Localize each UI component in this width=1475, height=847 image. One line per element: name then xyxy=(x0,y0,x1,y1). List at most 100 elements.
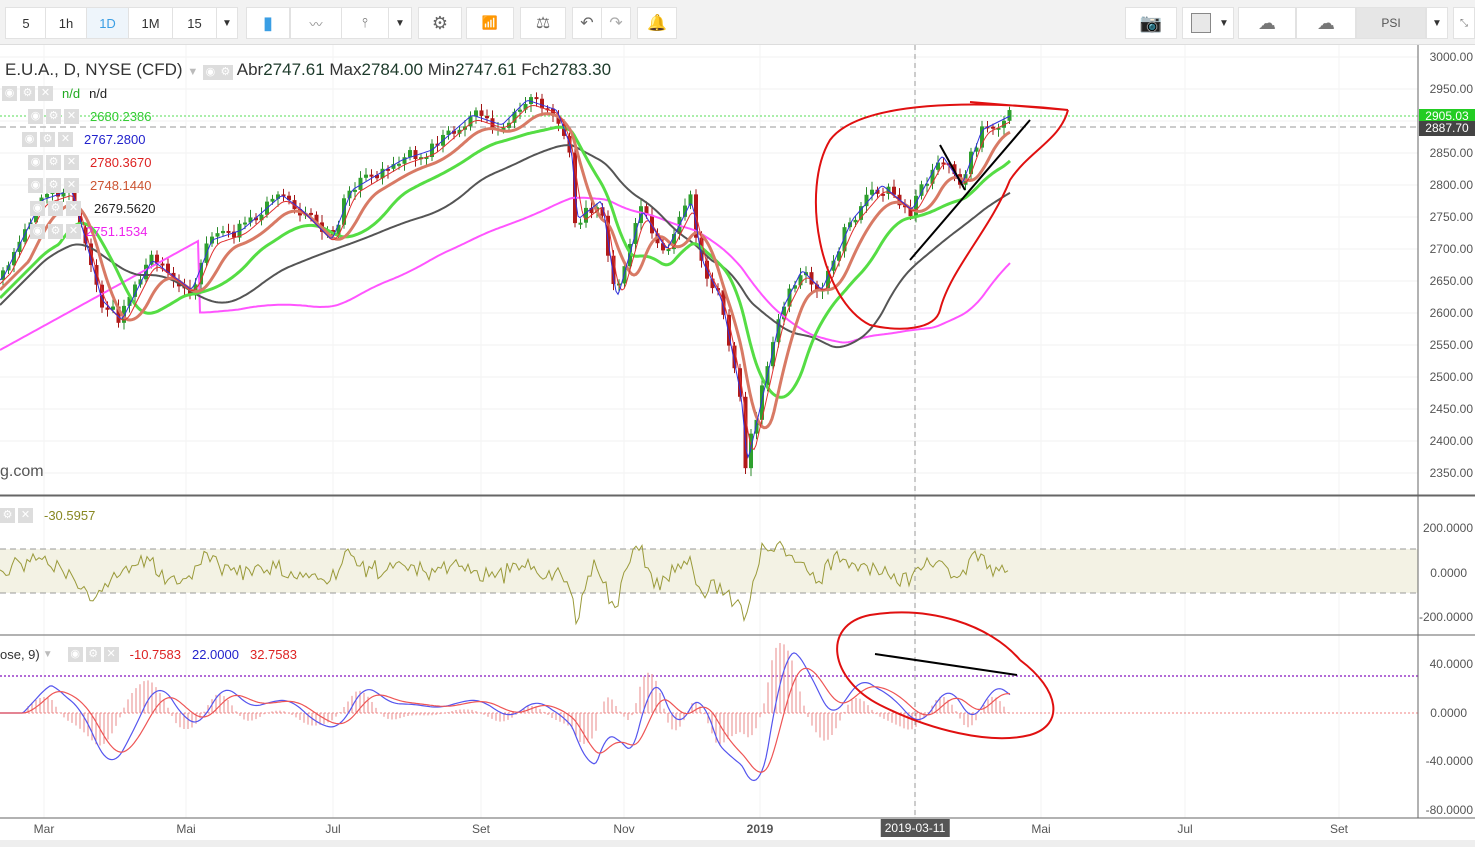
price-tick: 2550.00 xyxy=(1429,338,1473,352)
gear-icon[interactable]: ⚙ xyxy=(20,86,35,101)
candle-body xyxy=(584,207,588,223)
cci-legend: ⚙ ✕ -30.5957 xyxy=(0,508,95,523)
gear-icon[interactable]: ⚙ xyxy=(46,155,61,170)
candle-body xyxy=(842,227,847,252)
eye-icon[interactable]: ◉ xyxy=(28,109,43,124)
close-icon[interactable]: ✕ xyxy=(66,201,81,216)
crosshair-date-badge: 2019-03-11 xyxy=(880,819,950,837)
close-icon[interactable]: ✕ xyxy=(64,178,79,193)
eye-icon[interactable]: ◉ xyxy=(67,647,83,662)
eye-icon[interactable]: ◉ xyxy=(30,201,45,216)
scrollbar xyxy=(0,840,1475,847)
candle-body xyxy=(518,109,522,112)
price-tick: 2950.00 xyxy=(1429,82,1473,96)
close-icon[interactable]: ✕ xyxy=(58,132,73,147)
annotation-trendline xyxy=(909,119,1031,261)
price-tick: 2750.00 xyxy=(1429,210,1473,224)
eye-icon[interactable]: ◉ xyxy=(22,132,37,147)
indicator-row-4: ◉ ⚙ ✕ 2748.1440 xyxy=(28,178,151,193)
candle-body xyxy=(221,230,225,234)
cci-tick: 200.0000 xyxy=(1422,521,1473,535)
candle-body xyxy=(226,230,231,233)
indicator-row-5: ◉ ⚙ ✕ 2679.5620 xyxy=(30,201,155,216)
symbol-title[interactable]: E.U.A., D, NYSE (CFD) xyxy=(5,60,183,79)
macd-line xyxy=(0,652,1011,782)
candle-body xyxy=(100,284,104,308)
candle-body xyxy=(936,162,940,170)
price-tick: 2350.00 xyxy=(1429,466,1473,480)
gear-icon[interactable]: ⚙ xyxy=(48,224,63,239)
candle-body xyxy=(397,163,401,166)
macd-legend: ose, 9) ▼ ◉ ⚙ ✕ -10.7583 22.0000 32.7583 xyxy=(0,647,297,662)
candle-body xyxy=(309,212,313,215)
candle-body xyxy=(160,263,165,266)
price-tick: 2650.00 xyxy=(1429,274,1473,288)
price-tick: 2700.00 xyxy=(1429,242,1473,256)
chart-canvas[interactable] xyxy=(0,0,1475,847)
time-tick: 2019 xyxy=(746,822,774,836)
candle-body xyxy=(485,115,489,119)
indicator-row-1: ◉ ⚙ ✕ 2680.2386 xyxy=(28,109,151,124)
price-tick: 2400.00 xyxy=(1429,434,1473,448)
candle-body xyxy=(369,174,374,177)
open-value: 2747.61 xyxy=(263,60,325,79)
close-icon[interactable]: ✕ xyxy=(18,508,33,523)
gear-icon[interactable]: ⚙ xyxy=(40,132,55,147)
indicator-row-0: ◉ ⚙ ✕ n/d n/d xyxy=(2,86,107,101)
close-value: 2783.30 xyxy=(549,60,612,79)
close-icon[interactable]: ✕ xyxy=(66,224,81,239)
candle-body xyxy=(1007,110,1012,121)
crosshair-price-badge: 2887.70 xyxy=(1419,121,1475,136)
time-tick: Jul xyxy=(1177,822,1193,836)
gear-icon[interactable]: ⚙ xyxy=(46,178,61,193)
eye-icon[interactable]: ◉ xyxy=(2,86,17,101)
candle-body xyxy=(243,222,247,225)
gear-icon[interactable]: ⚙ xyxy=(85,647,101,662)
eye-icon[interactable]: ◉ xyxy=(202,65,218,80)
close-icon[interactable]: ✕ xyxy=(103,647,119,662)
candle-body xyxy=(364,174,368,178)
macd-tick: 40.0000 xyxy=(1429,657,1473,671)
candle-body xyxy=(353,189,357,192)
close-icon[interactable]: ✕ xyxy=(64,155,79,170)
candle-body xyxy=(215,233,220,237)
candle-body xyxy=(342,198,346,225)
indicator-row-3: ◉ ⚙ ✕ 2780.3670 xyxy=(28,155,151,170)
eye-icon[interactable]: ◉ xyxy=(30,224,45,239)
price-tick: 2500.00 xyxy=(1429,370,1473,384)
time-tick: Mai xyxy=(176,822,196,836)
indicator-row-2: ◉ ⚙ ✕ 2767.2800 xyxy=(22,132,145,147)
candle-body xyxy=(578,222,583,225)
high-value: 2784.00 xyxy=(361,60,423,79)
chevron-down-icon[interactable]: ▼ xyxy=(187,66,198,78)
time-tick: Set xyxy=(1329,822,1349,836)
low-value: 2747.61 xyxy=(455,60,517,79)
close-icon[interactable]: ✕ xyxy=(64,109,79,124)
candle-body xyxy=(270,198,275,202)
candle-body xyxy=(540,98,544,109)
macd-tick: -80.0000 xyxy=(1425,803,1473,817)
time-tick: Jul xyxy=(325,822,341,836)
macd-tick: -40.0000 xyxy=(1425,754,1473,768)
gear-icon[interactable]: ⚙ xyxy=(0,508,15,523)
candle-body xyxy=(534,97,539,100)
candle-body xyxy=(853,219,858,223)
candle-body xyxy=(870,189,874,195)
candle-body xyxy=(479,110,484,116)
chevron-down-icon[interactable]: ▼ xyxy=(43,649,53,660)
gear-icon[interactable]: ⚙ xyxy=(217,65,233,80)
gear-icon[interactable]: ⚙ xyxy=(48,201,63,216)
watermark: g.com xyxy=(0,463,44,480)
eye-icon[interactable]: ◉ xyxy=(28,155,43,170)
time-tick: Nov xyxy=(613,822,635,836)
candle-body xyxy=(991,126,995,129)
ema-5-line xyxy=(0,100,1011,459)
close-icon[interactable]: ✕ xyxy=(38,86,53,101)
candle-body xyxy=(666,249,671,252)
eye-icon[interactable]: ◉ xyxy=(28,178,43,193)
cci-tick: -200.0000 xyxy=(1418,610,1473,624)
candle-body xyxy=(45,193,49,198)
ohlc-legend: E.U.A., D, NYSE (CFD) ▼ ◉ ⚙ Abr2747.61 Ma… xyxy=(5,60,612,80)
candle-body xyxy=(105,307,110,310)
gear-icon[interactable]: ⚙ xyxy=(46,109,61,124)
